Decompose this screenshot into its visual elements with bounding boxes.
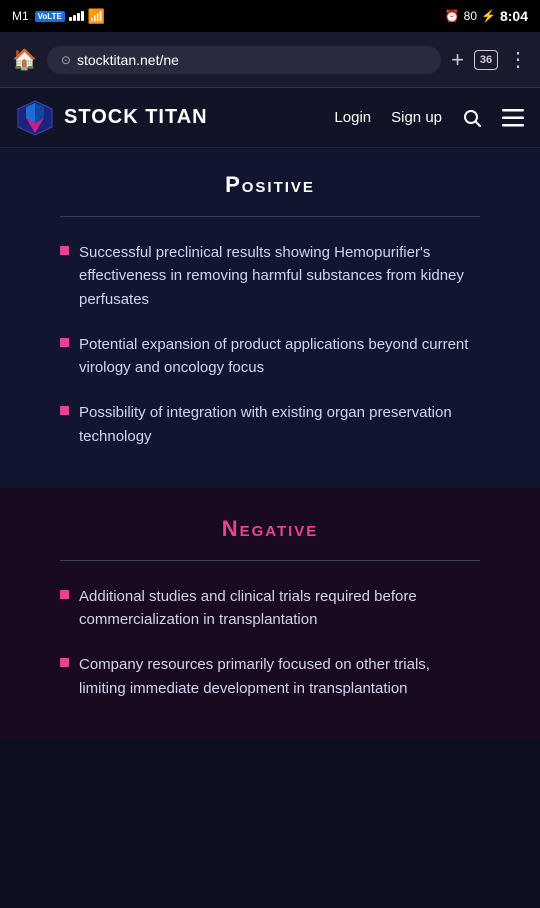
- bullet-square: [60, 658, 69, 667]
- negative-divider: [60, 560, 480, 561]
- negative-heading-container: Negative: [24, 516, 516, 542]
- negative-item-text: Additional studies and clinical trials r…: [79, 585, 480, 632]
- negative-list: Additional studies and clinical trials r…: [60, 585, 480, 700]
- hamburger-icon: [502, 109, 524, 127]
- positive-heading-container: Positive: [24, 172, 516, 198]
- new-tab-button[interactable]: +: [451, 47, 464, 73]
- status-bar: M1 VoLTE 📶 ⏰ 80 ⚡ 8:04: [0, 0, 540, 32]
- alarm-icon: ⏰: [445, 9, 460, 23]
- negative-section: Negative Additional studies and clinical…: [0, 488, 540, 740]
- charging-icon: ⚡: [481, 9, 496, 23]
- search-button[interactable]: [462, 108, 482, 128]
- time-label: 8:04: [500, 8, 528, 24]
- bullet-square: [60, 338, 69, 347]
- bullet-square: [60, 590, 69, 599]
- home-button[interactable]: 🏠: [12, 47, 37, 72]
- main-content: Positive Successful preclinical results …: [0, 148, 540, 740]
- volte-badge: VoLTE: [35, 11, 65, 22]
- positive-divider: [60, 216, 480, 217]
- positive-section: Positive Successful preclinical results …: [0, 148, 540, 488]
- wifi-icon: 📶: [88, 8, 105, 25]
- nav-bar: STOCK TITAN Login Sign up: [0, 88, 540, 148]
- url-text: stocktitan.net/ne: [77, 52, 179, 68]
- hamburger-button[interactable]: [502, 109, 524, 127]
- browser-chrome: 🏠 ⊙ stocktitan.net/ne + 36 ⋮: [0, 32, 540, 88]
- nav-logo: STOCK TITAN: [16, 99, 334, 137]
- status-right: ⏰ 80 ⚡ 8:04: [445, 8, 528, 24]
- positive-item-text: Successful preclinical results showing H…: [79, 241, 480, 311]
- nav-links: Login Sign up: [334, 108, 524, 128]
- negative-item-text: Company resources primarily focused on o…: [79, 653, 480, 700]
- logo-text: STOCK TITAN: [64, 106, 208, 129]
- more-options-button[interactable]: ⋮: [508, 47, 528, 72]
- tabs-count-label: 36: [480, 54, 492, 66]
- status-left: M1 VoLTE 📶: [12, 8, 105, 25]
- tabs-count-button[interactable]: 36: [474, 50, 498, 70]
- positive-list-item: Possibility of integration with existing…: [60, 401, 480, 448]
- bullet-square: [60, 406, 69, 415]
- positive-list: Successful preclinical results showing H…: [60, 241, 480, 448]
- search-icon: [462, 108, 482, 128]
- positive-item-text: Potential expansion of product applicati…: [79, 333, 480, 380]
- positive-list-item: Potential expansion of product applicati…: [60, 333, 480, 380]
- stock-titan-logo-icon: [16, 99, 54, 137]
- negative-list-item: Additional studies and clinical trials r…: [60, 585, 480, 632]
- negative-heading: Negative: [222, 516, 319, 541]
- carrier-label: M1: [12, 9, 29, 23]
- signup-link[interactable]: Sign up: [391, 109, 442, 126]
- login-link[interactable]: Login: [334, 109, 371, 126]
- positive-item-text: Possibility of integration with existing…: [79, 401, 480, 448]
- positive-heading: Positive: [225, 172, 315, 197]
- bullet-square: [60, 246, 69, 255]
- url-security-icon: ⊙: [61, 53, 71, 67]
- url-bar[interactable]: ⊙ stocktitan.net/ne: [47, 46, 441, 74]
- battery-percent: 80: [464, 9, 477, 23]
- negative-list-item: Company resources primarily focused on o…: [60, 653, 480, 700]
- positive-list-item: Successful preclinical results showing H…: [60, 241, 480, 311]
- signal-bars: [69, 11, 84, 21]
